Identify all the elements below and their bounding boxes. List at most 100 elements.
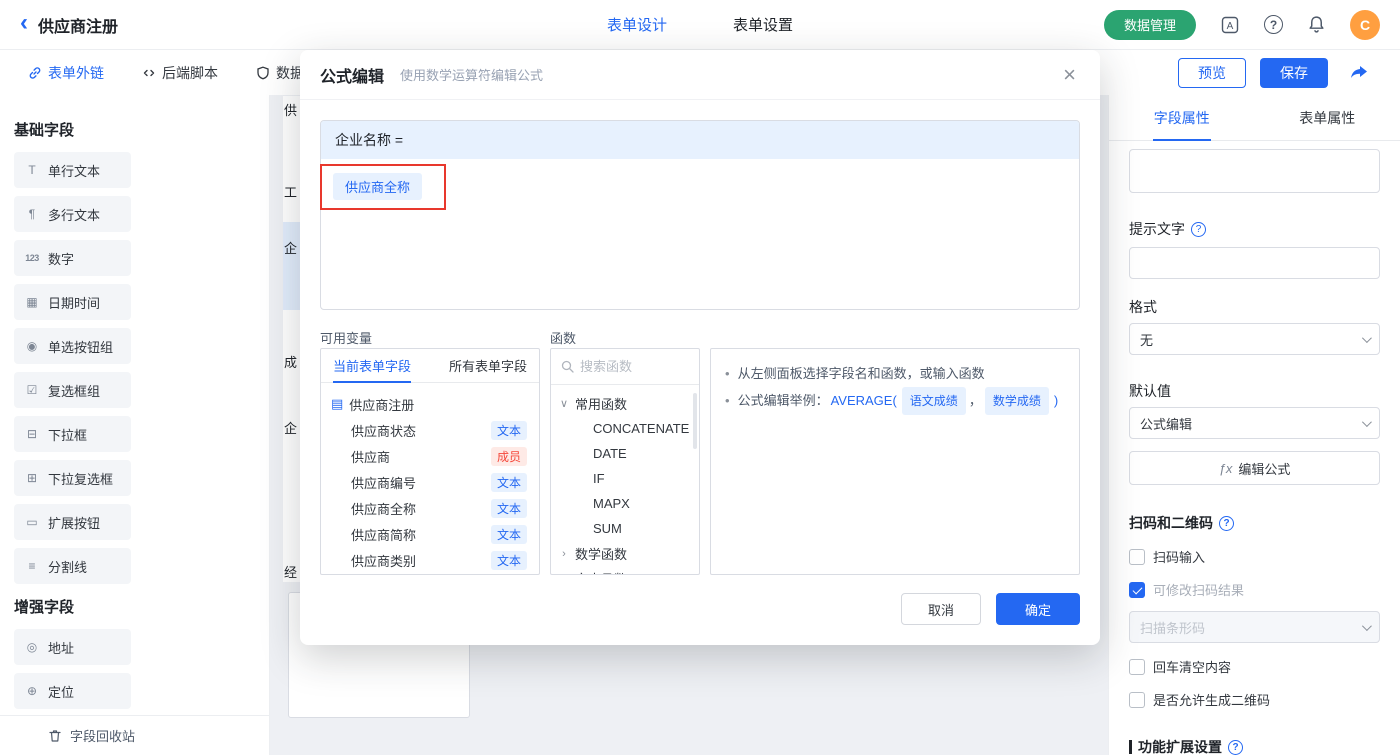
function-item[interactable]: MAPX bbox=[559, 491, 691, 516]
function-item[interactable]: SUM bbox=[559, 516, 691, 541]
field-type-label: 下拉复选框 bbox=[48, 471, 114, 487]
tree-chevron-icon: › bbox=[562, 547, 566, 560]
field-type-item[interactable]: ¶ 多行文本 bbox=[14, 196, 131, 232]
title-input[interactable] bbox=[1129, 149, 1380, 193]
tree-root-item[interactable]: ▤ 供应商注册 bbox=[331, 391, 527, 417]
barcode-select[interactable]: 扫描条形码 bbox=[1129, 611, 1380, 643]
palette-section: 基础字段 T 单行文本 ¶ 多行文本 123 数字 ▦ 日期时间 ◉ 单选按钮组… bbox=[14, 119, 255, 584]
field-type-item[interactable]: ▭ 扩展按钮 bbox=[14, 504, 131, 540]
field-type-icon: ⊞ bbox=[26, 471, 38, 485]
chevron-down-icon bbox=[1361, 620, 1372, 631]
field-type-icon: T bbox=[28, 163, 36, 177]
example-field-chip: 语文成绩 bbox=[901, 387, 966, 415]
search-icon bbox=[561, 360, 574, 373]
formula-editor[interactable]: 企业名称 = 供应商全称 bbox=[320, 120, 1080, 310]
field-type-label: 数字 bbox=[48, 251, 75, 267]
function-item-label: MAPX bbox=[593, 496, 630, 511]
function-item[interactable]: IF bbox=[559, 466, 691, 491]
field-type-badge: 文本 bbox=[490, 420, 527, 440]
variable-field-name: 供应商编号 bbox=[351, 475, 417, 491]
header-actions: 数据管理 A ? C bbox=[1103, 9, 1380, 40]
variable-field-name: 供应商 bbox=[351, 449, 391, 465]
field-type-icon: 123 bbox=[25, 253, 39, 263]
edit-formula-button[interactable]: ƒx 编辑公式 bbox=[1129, 451, 1380, 485]
field-type-item[interactable]: ⊕ 定位 bbox=[14, 673, 131, 709]
variable-field-item[interactable]: 供应商状态 文本 bbox=[331, 417, 527, 443]
tab-all-form-fields[interactable]: 所有表单字段 bbox=[449, 349, 527, 382]
field-type-item[interactable]: ◎ 地址 bbox=[14, 629, 131, 665]
variable-field-item[interactable]: 供应商类别 文本 bbox=[331, 547, 527, 573]
formula-field-chip[interactable]: 供应商全称 bbox=[333, 173, 423, 200]
function-search-input[interactable] bbox=[580, 359, 680, 374]
modify-scan-result-checkbox[interactable]: 可修改扫码结果 bbox=[1129, 580, 1380, 599]
share-icon[interactable] bbox=[1350, 65, 1368, 81]
field-type-item[interactable]: T 单行文本 bbox=[14, 152, 131, 188]
format-select[interactable]: 无 bbox=[1129, 323, 1380, 355]
variables-label: 可用变量 bbox=[320, 331, 373, 346]
hint-help-icon[interactable]: ? bbox=[1191, 221, 1206, 237]
translate-icon[interactable]: A bbox=[1220, 15, 1240, 35]
field-label-partial: 供 bbox=[284, 103, 298, 118]
function-item[interactable]: DATE bbox=[559, 441, 691, 466]
field-type-item[interactable]: ☑ 复选框组 bbox=[14, 372, 131, 408]
back-icon[interactable]: ‹ bbox=[20, 11, 28, 35]
field-recycle-bin[interactable]: 字段回收站 bbox=[0, 715, 269, 755]
variable-field-item[interactable]: 供应商简称 文本 bbox=[331, 521, 527, 547]
save-button[interactable]: 保存 bbox=[1260, 57, 1328, 88]
variable-field-item[interactable]: 供应商全称 文本 bbox=[331, 495, 527, 521]
bell-icon[interactable] bbox=[1307, 15, 1326, 34]
confirm-button[interactable]: 确定 bbox=[996, 593, 1080, 625]
close-icon[interactable]: × bbox=[1063, 63, 1076, 86]
field-type-item[interactable]: ◉ 单选按钮组 bbox=[14, 328, 131, 364]
recycle-bin-label: 字段回收站 bbox=[70, 729, 136, 744]
tab-current-form-fields[interactable]: 当前表单字段 bbox=[333, 349, 412, 383]
function-item[interactable]: CONCATENATE bbox=[559, 416, 691, 441]
field-type-item[interactable]: ⊞ 下拉复选框 bbox=[14, 460, 131, 496]
hint-text-input[interactable] bbox=[1129, 247, 1380, 279]
scrollbar-thumb[interactable] bbox=[693, 393, 697, 449]
avatar[interactable]: C bbox=[1350, 9, 1380, 40]
function-item[interactable]: ∨ 常用函数 bbox=[559, 391, 691, 416]
tab-form-design[interactable]: 表单设计 bbox=[607, 14, 667, 35]
generate-qr-checkbox[interactable]: 是否允许生成二维码 bbox=[1129, 690, 1380, 709]
function-item[interactable]: › 数学函数 bbox=[559, 541, 691, 566]
function-search[interactable] bbox=[551, 349, 699, 385]
toolbar-backend-script[interactable]: 后端脚本 bbox=[142, 63, 218, 83]
enter-clear-checkbox[interactable]: 回车清空内容 bbox=[1129, 657, 1380, 676]
cancel-button[interactable]: 取消 bbox=[901, 593, 981, 625]
variable-field-item[interactable]: 供应商 成员 bbox=[331, 443, 527, 469]
checkbox-icon bbox=[1129, 691, 1145, 708]
variable-field-name: 供应商全称 bbox=[351, 501, 417, 517]
preview-button[interactable]: 预览 bbox=[1178, 57, 1246, 88]
data-manage-button[interactable]: 数据管理 bbox=[1103, 9, 1196, 40]
toolbar-form-external-link[interactable]: 表单外链 bbox=[28, 63, 104, 83]
function-item-label: 文本函数 bbox=[575, 569, 627, 574]
tree-chevron-icon: ∨ bbox=[559, 398, 569, 410]
function-item-label: IF bbox=[593, 471, 605, 486]
default-value-select[interactable]: 公式编辑 bbox=[1129, 407, 1380, 439]
scan-input-checkbox[interactable]: 扫码输入 bbox=[1129, 547, 1380, 566]
variable-field-item[interactable]: 供应商编号 文本 bbox=[331, 469, 527, 495]
field-type-item[interactable]: ▦ 日期时间 bbox=[14, 284, 131, 320]
field-type-item[interactable]: 123 数字 bbox=[14, 240, 131, 276]
extension-help-icon[interactable]: ? bbox=[1228, 739, 1243, 755]
scan-help-icon[interactable]: ? bbox=[1219, 515, 1234, 531]
field-type-item[interactable]: ≡ 分割线 bbox=[14, 548, 131, 584]
field-type-icon: ⊟ bbox=[26, 427, 38, 441]
form-doc-icon: ▤ bbox=[331, 396, 344, 411]
field-type-label: 单行文本 bbox=[48, 163, 101, 179]
field-type-label: 单选按钮组 bbox=[48, 339, 114, 355]
help-icon[interactable]: ? bbox=[1264, 15, 1283, 34]
example-function-close: ) bbox=[1053, 393, 1059, 408]
field-type-item[interactable]: ⊟ 下拉框 bbox=[14, 416, 131, 452]
tab-field-properties[interactable]: 字段属性 bbox=[1109, 95, 1255, 140]
toolbar-actions: 预览 保存 bbox=[1178, 57, 1372, 88]
fx-icon: ƒx bbox=[1218, 460, 1233, 476]
field-label-partial: 工 bbox=[284, 185, 298, 200]
formula-body[interactable]: 供应商全称 bbox=[321, 159, 1079, 214]
function-item[interactable]: › 文本函数 bbox=[559, 566, 691, 574]
tab-form-properties[interactable]: 表单属性 bbox=[1255, 95, 1400, 140]
properties-panel: 字段属性 表单属性 提示文字 ? 格式 无 默认值 公式编辑 ƒx 编辑公式 扫… bbox=[1108, 95, 1400, 755]
bullet-icon: • bbox=[725, 393, 730, 408]
tab-form-settings[interactable]: 表单设置 bbox=[733, 14, 793, 35]
